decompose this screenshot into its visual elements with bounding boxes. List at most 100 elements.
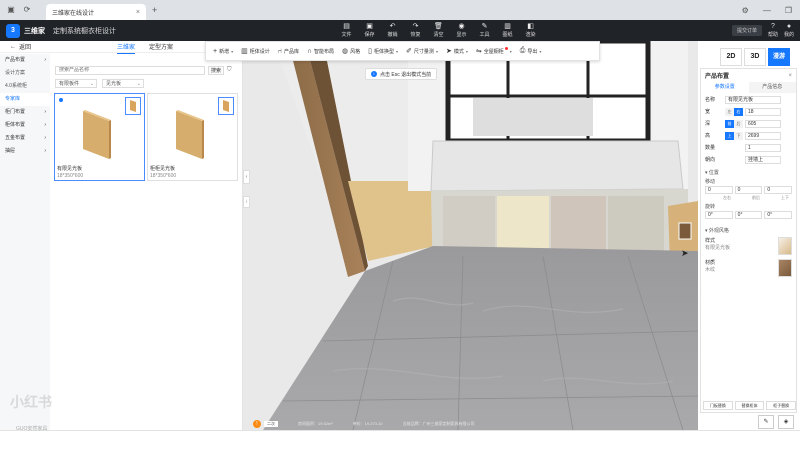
refresh-icon[interactable]: ⟳ <box>22 5 32 15</box>
count-row: 数量 1 <box>701 142 796 153</box>
category-item[interactable]: 设计方案 <box>0 67 50 80</box>
product-card[interactable]: 柜柜见光板 18*350*600 <box>147 93 238 181</box>
seg-top[interactable]: 上 <box>725 131 734 140</box>
view-3d-button[interactable]: 3D <box>744 48 766 66</box>
toolbar-smart-layout[interactable]: ∩ 智能布局 <box>304 48 337 55</box>
menu-tools[interactable]: ✎ 工具 <box>473 20 496 41</box>
tab-product-info[interactable]: 产品信息 <box>748 82 796 93</box>
user-icon: ● <box>786 23 792 30</box>
menu-render[interactable]: ◧ 渲染 <box>519 20 542 41</box>
restore-icon[interactable]: ❐ <box>785 6 792 15</box>
seg-right[interactable]: 右 <box>734 107 743 116</box>
seg-back[interactable]: 后 <box>734 119 743 128</box>
menu-save[interactable]: ▣ 保存 <box>358 20 381 41</box>
cube-icon[interactable]: ◈ <box>778 415 794 429</box>
name-field[interactable]: 有限见光板 <box>725 95 781 104</box>
profile-button[interactable]: ● 我的 <box>784 23 794 38</box>
orientation-select[interactable]: 挂墙上 <box>745 155 781 164</box>
offset-y-field[interactable]: 0 <box>734 186 763 194</box>
product-card[interactable]: 有限见光板 18*350*600 <box>54 93 145 181</box>
toolbar-add[interactable]: + 新增 ▾ <box>210 48 236 55</box>
rotate-y-field[interactable]: 0° <box>734 211 763 219</box>
close-tab-icon[interactable]: × <box>136 9 140 16</box>
category-item[interactable]: 抽屉 › <box>0 145 50 158</box>
toolbar-replace[interactable]: ▯ 柜体换型 ▾ <box>365 47 401 55</box>
filter-select[interactable]: 有限板件 ⌄ <box>55 79 97 88</box>
height-field[interactable]: 2699 <box>745 131 781 140</box>
close-icon[interactable]: × <box>788 73 792 79</box>
style-section-title[interactable]: ▾ 外观风格 <box>701 219 796 235</box>
offset-fields: 0 0 0 <box>701 186 796 194</box>
browser-tab-title: 三维家在线设计 <box>52 10 95 17</box>
view-2d-button[interactable]: 2D <box>720 48 742 66</box>
category-item[interactable]: 产品布置 › <box>0 54 50 67</box>
category-item[interactable]: 4.0系统柜 <box>0 80 50 93</box>
offset-z-field[interactable]: 0 <box>764 186 793 194</box>
menu-file[interactable]: ▤ 文件 <box>335 20 358 41</box>
search-input[interactable] <box>55 65 205 75</box>
trash-icon: 🗑 <box>434 23 443 30</box>
category-item-active[interactable]: 专家库 <box>0 93 50 106</box>
help-button[interactable]: ? 帮助 <box>768 23 778 38</box>
paint-icon[interactable]: ✎ <box>758 415 774 429</box>
width-field[interactable]: 18 <box>745 107 781 116</box>
toolbar-style[interactable]: ◍ 风格 <box>339 47 363 55</box>
grid-toggle-handle[interactable]: ⁝ <box>243 196 250 208</box>
menu-redo[interactable]: ↷ 恢复 <box>404 20 427 41</box>
tools-icon: ✎ <box>481 23 488 30</box>
collapse-left-panel-handle[interactable]: ‹ <box>243 170 250 184</box>
replace-door-button[interactable]: 门板替换 <box>703 401 733 410</box>
style-swatch[interactable] <box>778 237 792 255</box>
replace-unit-button[interactable]: 柜子替换 <box>766 401 797 410</box>
category-item[interactable]: 五金布置 › <box>0 132 50 145</box>
menu-undo[interactable]: ↶ 撤销 <box>381 20 404 41</box>
new-tab-icon[interactable]: + <box>152 5 157 15</box>
toolbar-mode[interactable]: ➤ 模式 ▾ <box>443 47 471 55</box>
search-button[interactable]: 搜索 <box>208 65 224 75</box>
properties-panel: 产品布置 × 参数设置 产品信息 名称 有限见光板 宽 左 右 18 深 前 后… <box>700 68 797 413</box>
toolbar-whole-house[interactable]: ⇋ 全屋橱柜 ▾ <box>473 47 515 55</box>
toolbar-cabinet-design[interactable]: ▥ 柜体设计 <box>238 47 273 55</box>
settings-icon[interactable]: ⚙ <box>742 6 749 15</box>
offset-x-field[interactable]: 0 <box>705 186 733 194</box>
depth-field[interactable]: 605 <box>745 119 781 128</box>
3d-viewport[interactable]: ➤ <box>243 41 698 430</box>
status-bar: ! 二次 房间面积：19.52m² 单价：19,273.10 当前品牌：广州三维… <box>243 417 698 430</box>
seg-left[interactable]: 左 <box>725 107 734 116</box>
rotate-fields: 0° 0° 0° <box>701 211 796 219</box>
product-name: 有限见光板 <box>57 166 83 172</box>
rotate-x-field[interactable]: 0° <box>705 211 733 219</box>
category-item[interactable]: 柜体布置 › <box>0 119 50 132</box>
material-swatch[interactable] <box>778 259 792 277</box>
warning-icon[interactable]: ! <box>253 419 261 428</box>
menu-display[interactable]: ◉ 显示 <box>450 20 473 41</box>
menu-clear[interactable]: 🗑 清空 <box>427 20 450 41</box>
arrow-left-icon: ← <box>10 43 16 50</box>
replace-cabinet-button[interactable]: 替换柜体 <box>734 401 765 410</box>
seg-front[interactable]: 前 <box>725 119 734 128</box>
toolbar-export[interactable]: ⎙ 导出 ▾ <box>517 47 545 55</box>
walkthrough-button[interactable]: 漫游 <box>768 48 790 66</box>
panel-mini-icon[interactable] <box>125 97 141 115</box>
style-row[interactable]: 样式 有限见光板 <box>701 235 796 257</box>
tab-sanweijia[interactable]: 三维家 <box>117 42 136 54</box>
count-field[interactable]: 1 <box>745 143 781 152</box>
seg-bottom[interactable]: 下 <box>734 131 743 140</box>
menu-drawings[interactable]: ▥ 图纸 <box>496 20 519 41</box>
rotate-z-field[interactable]: 0° <box>764 211 793 219</box>
submit-order-button[interactable]: 提交订单 <box>731 25 762 36</box>
material-row[interactable]: 材质 木纹 <box>701 257 796 279</box>
position-section-title[interactable]: ▾ 位置 <box>701 165 796 177</box>
panel-mini-icon[interactable] <box>218 97 234 115</box>
back-button[interactable]: ← 返回 <box>10 42 31 52</box>
tab-fixed-plans[interactable]: 定型方案 <box>149 42 173 54</box>
header-menu: ▤ 文件 ▣ 保存 ↶ 撤销 ↷ 恢复 🗑 清空 ◉ 显示 ✎ 工具 ▥ 图纸 ◧ 渲染 <box>335 20 542 41</box>
browser-tab[interactable]: 三维家在线设计 × <box>46 4 146 20</box>
filter-select[interactable]: 见光板 ⌄ <box>102 79 144 88</box>
toolbar-measure[interactable]: ✐ 尺寸量测 ▾ <box>403 47 441 55</box>
toolbar-product-library[interactable]: ⑁ 产品库 <box>275 48 302 55</box>
filter-icon[interactable]: ⛉ <box>227 67 232 74</box>
category-item[interactable]: 柜门布置 › <box>0 106 50 119</box>
minimize-icon[interactable]: — <box>763 6 771 15</box>
tab-parameters[interactable]: 参数设置 <box>701 82 749 93</box>
